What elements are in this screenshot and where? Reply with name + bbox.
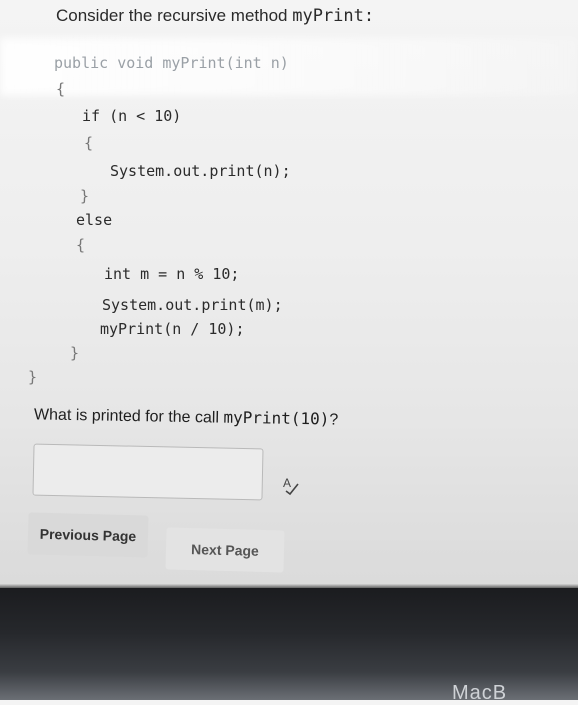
- spellcheck-icon[interactable]: A: [280, 474, 302, 496]
- question-label: What is printed for the call: [33, 406, 224, 427]
- code-recursive-call: myPrint(n / 10);: [100, 320, 245, 338]
- code-signature: public void myPrint(int n): [54, 54, 289, 72]
- code-method-open-brace: {: [56, 80, 66, 98]
- code-print-m: System.out.print(m);: [102, 296, 283, 314]
- question-prompt: Consider the recursive method myPrint:: [56, 6, 374, 26]
- code-if-close-brace: }: [80, 187, 90, 205]
- code-method-close-brace: }: [28, 368, 38, 386]
- prompt-method-name: myPrint: [292, 6, 364, 26]
- code-if-open-brace: {: [84, 134, 94, 152]
- question-mark: ?: [329, 411, 339, 429]
- code-print-n: System.out.print(n);: [110, 162, 291, 180]
- prompt-text: Consider the recursive method: [56, 6, 293, 25]
- code-modulo: int m = n % 10;: [104, 265, 240, 283]
- code-else-close-brace: }: [70, 344, 80, 362]
- next-page-button[interactable]: Next Page: [165, 527, 285, 573]
- code-else-open-brace: {: [76, 236, 86, 254]
- answer-input[interactable]: [32, 443, 264, 501]
- question-text: What is printed for the call myPrint(10)…: [34, 404, 339, 429]
- svg-text:A: A: [283, 476, 291, 490]
- prompt-colon: :: [363, 6, 375, 26]
- code-else: else: [76, 211, 113, 229]
- question-call: myPrint(10): [223, 407, 330, 429]
- previous-page-button[interactable]: Previous Page: [27, 512, 149, 558]
- laptop-brand-label: MacB: [452, 682, 508, 704]
- code-if-condition: if (n < 10): [82, 107, 182, 125]
